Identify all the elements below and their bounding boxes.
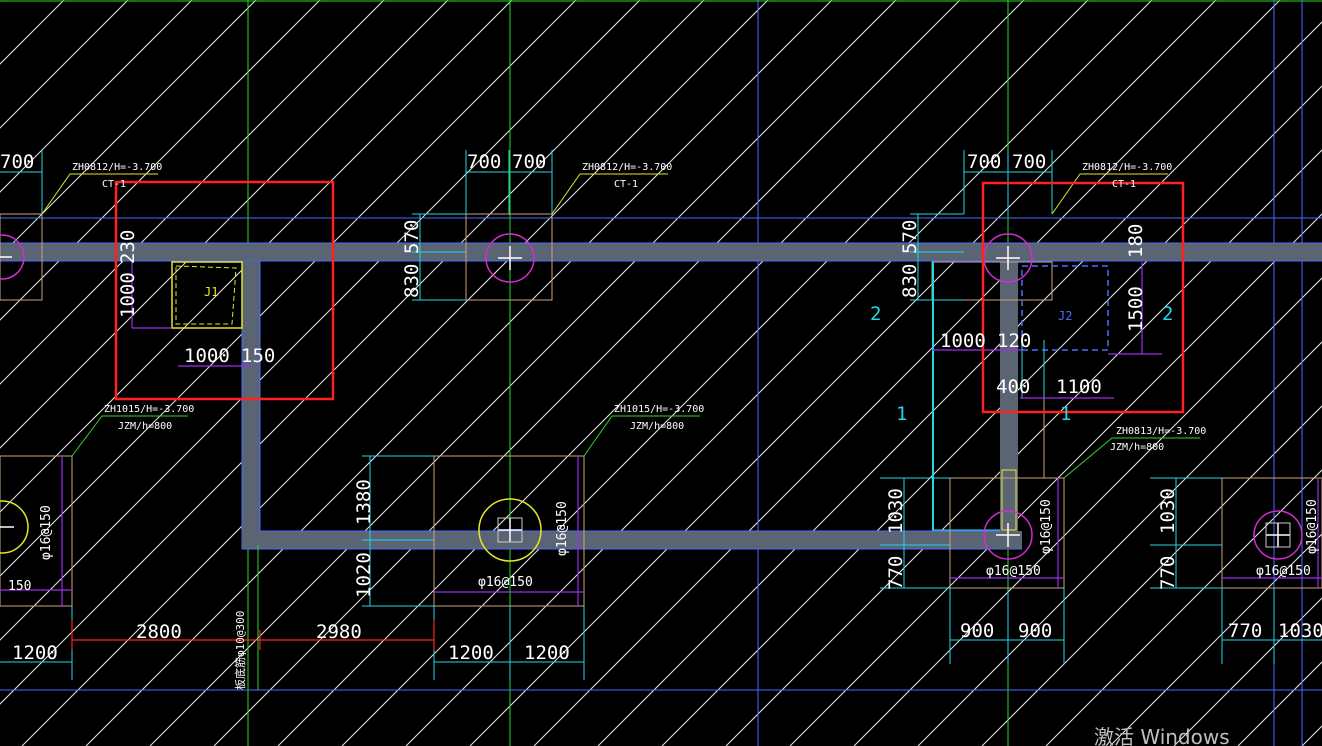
hatch-line [85, 0, 833, 746]
dim-text: 830 [401, 264, 423, 298]
tag-text: ZH1015/H=-3.700 [104, 404, 194, 415]
tag-text: ZH0812/H=-3.700 [582, 162, 672, 173]
dim-text: 1030 [885, 488, 907, 534]
pits [171, 261, 1109, 531]
dim-text: 1100 [1056, 376, 1102, 398]
dim-text: 230 [117, 230, 139, 264]
hatch-line [277, 0, 1025, 746]
hatch-line [149, 0, 897, 746]
tag-text: ZH0812/H=-3.700 [1082, 162, 1172, 173]
dim-text: 400 [996, 376, 1030, 398]
dim-text: 2800 [136, 621, 182, 643]
dimension-lines [0, 150, 1322, 680]
section-label: 2 [1162, 303, 1173, 325]
rebar-text: φ16@150 [986, 564, 1041, 579]
hatch-pattern [0, 0, 1322, 746]
rebar-text: φ16@150 [1039, 499, 1054, 554]
section-label: 1 [896, 403, 907, 425]
dim-text: 570 [401, 220, 423, 254]
dim-text: 1020 [353, 552, 375, 598]
tag-text: ZH0812/H=-3.700 [72, 162, 162, 173]
dim-text: 150 [241, 345, 275, 367]
rebar-text: φ16@150 [39, 505, 54, 560]
hatch-line [0, 0, 65, 65]
windows-activation-watermark: 激活 Windows [1094, 725, 1230, 746]
tag-text: JZM/h=800 [630, 421, 684, 432]
dim-text: 700 [512, 151, 546, 173]
rebar-text: φ16@150 [478, 575, 533, 590]
foundation-beams [0, 242, 1322, 550]
dim-text: 770 [1157, 556, 1179, 590]
dim-text: 1030 [1278, 620, 1322, 642]
dim-text: 120 [997, 330, 1031, 352]
span-dimension [71, 620, 435, 650]
dim-text: 1500 [1125, 286, 1147, 332]
dim-text: 900 [1018, 620, 1052, 642]
hatch-line [0, 0, 577, 577]
hatch-line [0, 0, 449, 449]
rebar-text: 150 [8, 579, 31, 594]
dim-text: 1000 [184, 345, 230, 367]
rebar-text: φ16@150 [1305, 499, 1320, 554]
section-label: 1 [1060, 403, 1071, 425]
dim-text: 700 [1012, 151, 1046, 173]
dim-text: 770 [885, 556, 907, 590]
dim-text: 1030 [1157, 488, 1179, 534]
dim-text: 700 [0, 151, 34, 173]
rebar-note: 板底筋φ10@300 [233, 611, 247, 690]
tag-text: JZM/h=800 [1110, 442, 1164, 453]
tag-text: CT-1 [1112, 179, 1136, 190]
dim-text: 570 [899, 220, 921, 254]
dim-text: 180 [1125, 224, 1147, 258]
pit-label-j2: J2 [1058, 309, 1072, 323]
hatch-line [21, 0, 769, 746]
rebar-text: φ16@150 [555, 501, 570, 556]
dim-text: 830 [899, 264, 921, 298]
hatch-line [0, 0, 129, 129]
dim-text: 900 [960, 620, 994, 642]
cad-drawing-canvas[interactable]: ZH0812/H=-3.700 CT-1 ZH0812/H=-3.700 CT-… [0, 0, 1322, 746]
pit-label-j1: J1 [204, 285, 218, 299]
dim-text: 1380 [353, 479, 375, 525]
dim-text: 700 [467, 151, 501, 173]
dim-text: 1000 [117, 272, 139, 318]
tag-text: CT-1 [102, 179, 126, 190]
tag-leaders [41, 173, 1200, 479]
dim-text: 770 [1228, 620, 1262, 642]
tag-text: ZH0813/H=-3.700 [1116, 426, 1206, 437]
dim-text: 1200 [12, 642, 58, 664]
tag-text: ZH1015/H=-3.700 [614, 404, 704, 415]
hatch-line [0, 0, 257, 257]
dim-text: 2980 [316, 621, 362, 643]
hatch-line [533, 0, 1281, 746]
tag-text: CT-1 [614, 179, 638, 190]
dim-text: 1000 [940, 330, 986, 352]
hatch-line [469, 0, 1217, 746]
section-label: 2 [870, 303, 881, 325]
dim-text: 700 [967, 151, 1001, 173]
dim-text: 1200 [524, 642, 570, 664]
rebar-text: φ16@150 [1256, 564, 1311, 579]
tag-text: JZM/h=800 [118, 421, 172, 432]
dim-text: 1200 [448, 642, 494, 664]
